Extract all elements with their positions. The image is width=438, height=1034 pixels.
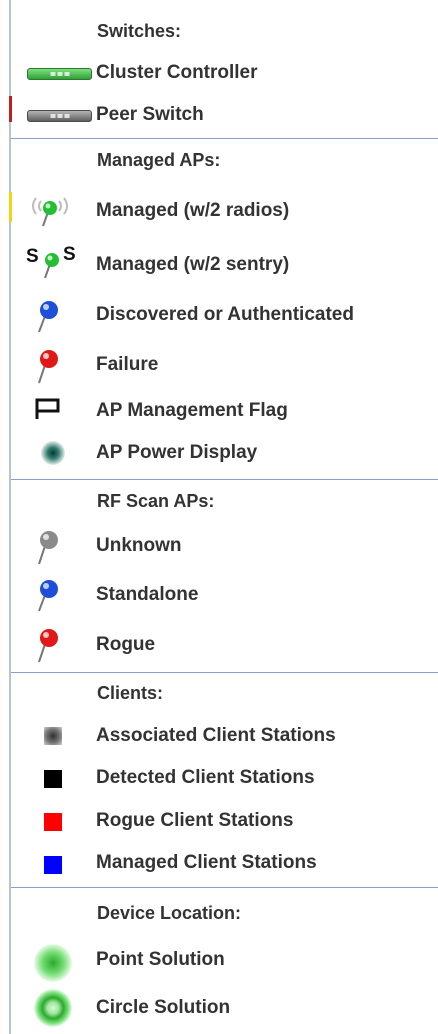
ap-management-flag-label: AP Management Flag xyxy=(96,400,288,421)
blue-pin-icon xyxy=(38,301,58,333)
section-divider xyxy=(11,672,438,673)
managed-client-stations-label: Managed Client Stations xyxy=(96,852,317,873)
red-square-icon xyxy=(44,813,62,831)
peer-switch-label: Peer Switch xyxy=(96,104,204,125)
clients-heading: Clients: xyxy=(97,683,164,703)
panel-left-border xyxy=(9,0,11,1034)
red-pin-icon xyxy=(38,350,58,384)
map-legend-panel: Switches: Cluster Controller Peer Switch… xyxy=(0,0,438,1034)
switches-heading: Switches: xyxy=(97,21,182,41)
red-pin-icon xyxy=(38,629,58,663)
detected-client-stations-label: Detected Client Stations xyxy=(96,767,315,788)
managed-radios-label: Managed (w/2 radios) xyxy=(96,200,290,221)
rogue-client-stations-label: Rogue Client Stations xyxy=(96,810,294,831)
rf-scan-aps-heading: RF Scan APs: xyxy=(97,491,215,511)
ap-power-display-label: AP Power Display xyxy=(96,442,258,463)
edge-marker-yellow xyxy=(9,192,12,222)
blue-pin-icon xyxy=(38,580,58,612)
associated-client-stations-label: Associated Client Stations xyxy=(96,725,336,746)
green-circle-icon xyxy=(34,989,72,1027)
green-switch-icon xyxy=(27,68,92,80)
edge-marker-red xyxy=(9,96,12,122)
gray-pin-icon xyxy=(38,531,58,565)
power-dot-icon xyxy=(41,441,65,465)
point-solution-label: Point Solution xyxy=(96,949,225,970)
managed-sentry-label: Managed (w/2 sentry) xyxy=(96,254,290,275)
flag-icon xyxy=(35,398,60,419)
section-divider xyxy=(11,887,438,888)
rogue-label: Rogue xyxy=(96,634,156,655)
discovered-authenticated-label: Discovered or Authenticated xyxy=(96,304,354,325)
section-divider xyxy=(11,138,438,139)
managed-aps-heading: Managed APs: xyxy=(97,150,221,170)
gray-switch-icon xyxy=(27,110,92,122)
sentry-s-right: S xyxy=(63,244,76,265)
cluster-controller-label: Cluster Controller xyxy=(96,62,258,83)
unknown-label: Unknown xyxy=(96,535,182,556)
standalone-label: Standalone xyxy=(96,584,199,605)
sentry-s-left: S xyxy=(26,246,39,267)
device-location-heading: Device Location: xyxy=(97,903,242,923)
section-divider xyxy=(11,479,438,480)
green-radio-pin-icon xyxy=(32,197,68,227)
gradient-square-icon xyxy=(44,727,62,745)
failure-label: Failure xyxy=(96,354,159,375)
green-point-icon xyxy=(34,944,72,982)
circle-solution-label: Circle Solution xyxy=(96,997,231,1018)
black-square-icon xyxy=(44,770,62,788)
blue-square-icon xyxy=(44,856,62,874)
